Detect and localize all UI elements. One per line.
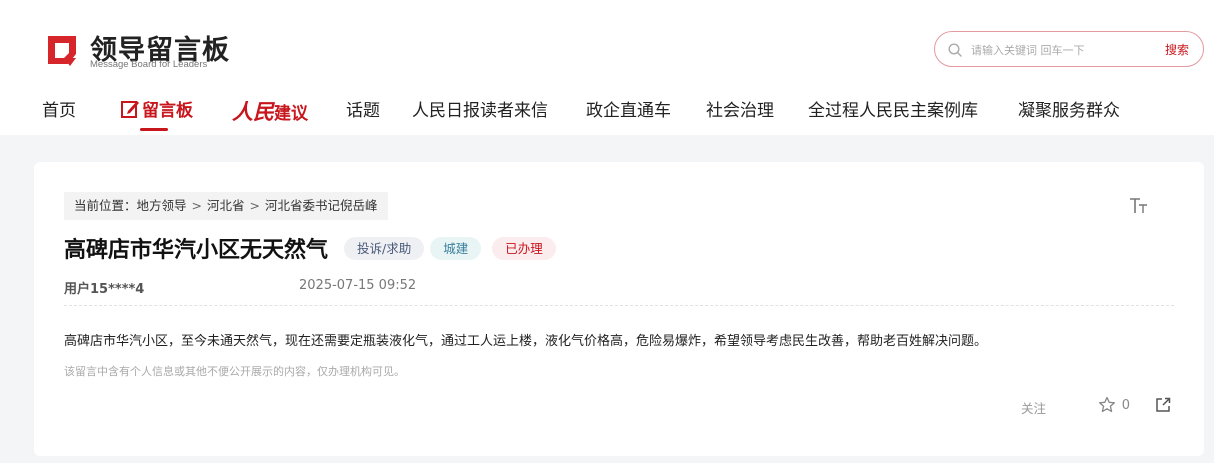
breadcrumb: 当前位置：地方领导 > 河北省 > 河北省委书记倪岳峰	[64, 192, 388, 220]
star-icon[interactable]	[1098, 396, 1116, 414]
active-nav-indicator	[140, 128, 168, 131]
message-user: 用户15****4	[64, 282, 145, 297]
main-nav: 首页 留言板 人民建议 话题 人民日报读者来信 政企直通车 社会治理 全过程人民…	[0, 90, 1214, 131]
search-button[interactable]: 搜索	[1165, 41, 1189, 58]
font-size-icon[interactable]	[1128, 196, 1150, 216]
nav-item-readers-letters[interactable]: 人民日报读者来信	[412, 96, 548, 121]
nav-item-message-board-label: 留言板	[142, 101, 193, 121]
nav-item-suggestion-label: 建议	[274, 104, 308, 124]
message-date: 2025-07-15 09:52	[299, 278, 417, 293]
search-icon	[948, 43, 962, 57]
follow-button[interactable]: 关注	[1021, 398, 1046, 417]
privacy-notice: 该留言中含有个人信息或其他不便公开展示的内容，仅办理机构可见。	[64, 365, 405, 378]
message-actions: 关注 0	[1014, 394, 1174, 416]
site-logo[interactable]: 领导留言板 Message Board for Leaders	[42, 28, 242, 72]
nav-item-democracy-cases[interactable]: 全过程人民民主案例库	[808, 96, 978, 121]
message-title-row: 高碑店市华汽小区无天然气 投诉/求助 城建 已办理	[64, 232, 556, 263]
breadcrumb-item-local-leaders[interactable]: 地方领导	[137, 198, 187, 213]
nav-item-people-suggestion[interactable]: 人民建议	[232, 96, 308, 126]
message-title: 高碑店市华汽小区无天然气	[64, 238, 329, 263]
logo-subtitle: Message Board for Leaders	[90, 59, 208, 70]
breadcrumb-item-province[interactable]: 河北省	[207, 198, 245, 213]
nav-item-topics[interactable]: 话题	[346, 96, 380, 121]
breadcrumb-prefix: 当前位置：	[74, 198, 137, 213]
status-badge: 已办理	[492, 236, 556, 260]
nav-item-gov-enterprise[interactable]: 政企直通车	[586, 96, 671, 121]
nav-people-logo-text: 人民	[232, 99, 274, 124]
message-card: 当前位置：地方领导 > 河北省 > 河北省委书记倪岳峰 高碑店市华汽小区无天然气 投诉/求…	[34, 162, 1204, 456]
nav-item-message-board[interactable]: 留言板	[120, 96, 193, 121]
field-tag: 城建	[430, 236, 482, 260]
search-box: 搜索	[934, 31, 1204, 67]
breadcrumb-separator: >	[191, 198, 203, 213]
message-meta: 用户15****4 2025-07-15 09:52	[64, 278, 1174, 306]
breadcrumb-separator: >	[249, 198, 261, 213]
edit-icon	[121, 101, 139, 118]
nav-item-social-governance[interactable]: 社会治理	[706, 96, 774, 121]
nav-item-serve-people[interactable]: 凝聚服务群众	[1018, 96, 1120, 121]
logo-mark-icon	[48, 36, 76, 66]
search-input[interactable]	[971, 39, 1141, 61]
message-content: 高碑店市华汽小区，至今未通天然气，现在还需要定瓶装液化气，通过工人运上楼，液化气…	[64, 334, 988, 349]
nav-item-home[interactable]: 首页	[42, 96, 76, 121]
breadcrumb-item-leader[interactable]: 河北省委书记倪岳峰	[265, 198, 378, 213]
share-icon[interactable]	[1154, 396, 1172, 414]
type-tag: 投诉/求助	[344, 236, 425, 260]
star-count: 0	[1121, 398, 1130, 413]
site-header: 领导留言板 Message Board for Leaders 搜索 首页 留言…	[0, 0, 1214, 135]
